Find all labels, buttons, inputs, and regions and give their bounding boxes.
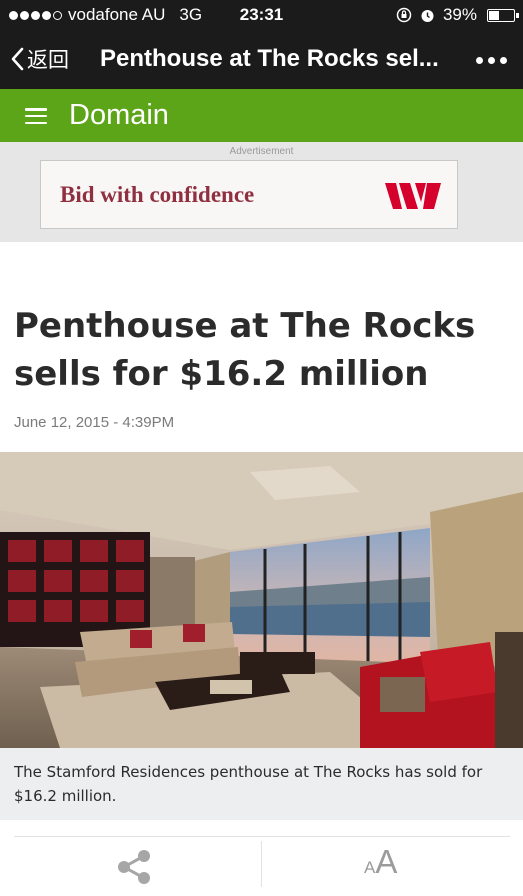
back-label: 返回 bbox=[27, 49, 69, 72]
menu-icon[interactable] bbox=[25, 108, 47, 124]
status-right: 39% bbox=[396, 5, 519, 25]
nav-bar: 返回 Penthouse at The Rocks sel... bbox=[0, 31, 523, 89]
article-date: June 12, 2015 - 4:39PM bbox=[14, 414, 175, 431]
back-button[interactable]: 返回 bbox=[10, 44, 69, 74]
battery-percent: 39% bbox=[442, 5, 477, 24]
advert-label: Advertisement bbox=[229, 146, 294, 157]
share-icon bbox=[118, 850, 150, 884]
chevron-left-icon bbox=[11, 47, 24, 71]
battery-icon bbox=[487, 8, 519, 22]
nav-title: Penthouse at The Rocks sel... bbox=[100, 45, 439, 72]
advert-banner[interactable]: Bid with confidence bbox=[40, 160, 458, 229]
font-large-icon: A bbox=[375, 843, 398, 880]
westpac-logo-icon bbox=[385, 183, 441, 209]
font-size-button[interactable]: AA bbox=[364, 843, 397, 881]
toolbar-divider bbox=[261, 841, 262, 887]
brand-logo[interactable]: Domain bbox=[69, 99, 169, 132]
status-bar: vodafone AU 3G 23:31 39% bbox=[0, 0, 523, 31]
domain-header: Domain bbox=[0, 89, 523, 142]
more-options-button[interactable] bbox=[476, 57, 507, 64]
advert-area: Advertisement Bid with confidence bbox=[0, 142, 523, 242]
share-button[interactable] bbox=[114, 849, 154, 890]
caption-text: The Stamford Residences penthouse at The… bbox=[14, 763, 483, 805]
alarm-icon bbox=[421, 9, 434, 22]
battery-fill bbox=[489, 10, 500, 20]
hero-image[interactable] bbox=[0, 452, 523, 748]
rotation-lock-icon bbox=[396, 7, 412, 23]
article-toolbar: AA bbox=[14, 836, 510, 896]
font-small-icon: A bbox=[364, 858, 376, 877]
article-title: Penthouse at The Rocks sells for $16.2 m… bbox=[14, 306, 476, 394]
advert-text: Bid with confidence bbox=[60, 182, 255, 207]
image-caption: The Stamford Residences penthouse at The… bbox=[0, 748, 523, 820]
